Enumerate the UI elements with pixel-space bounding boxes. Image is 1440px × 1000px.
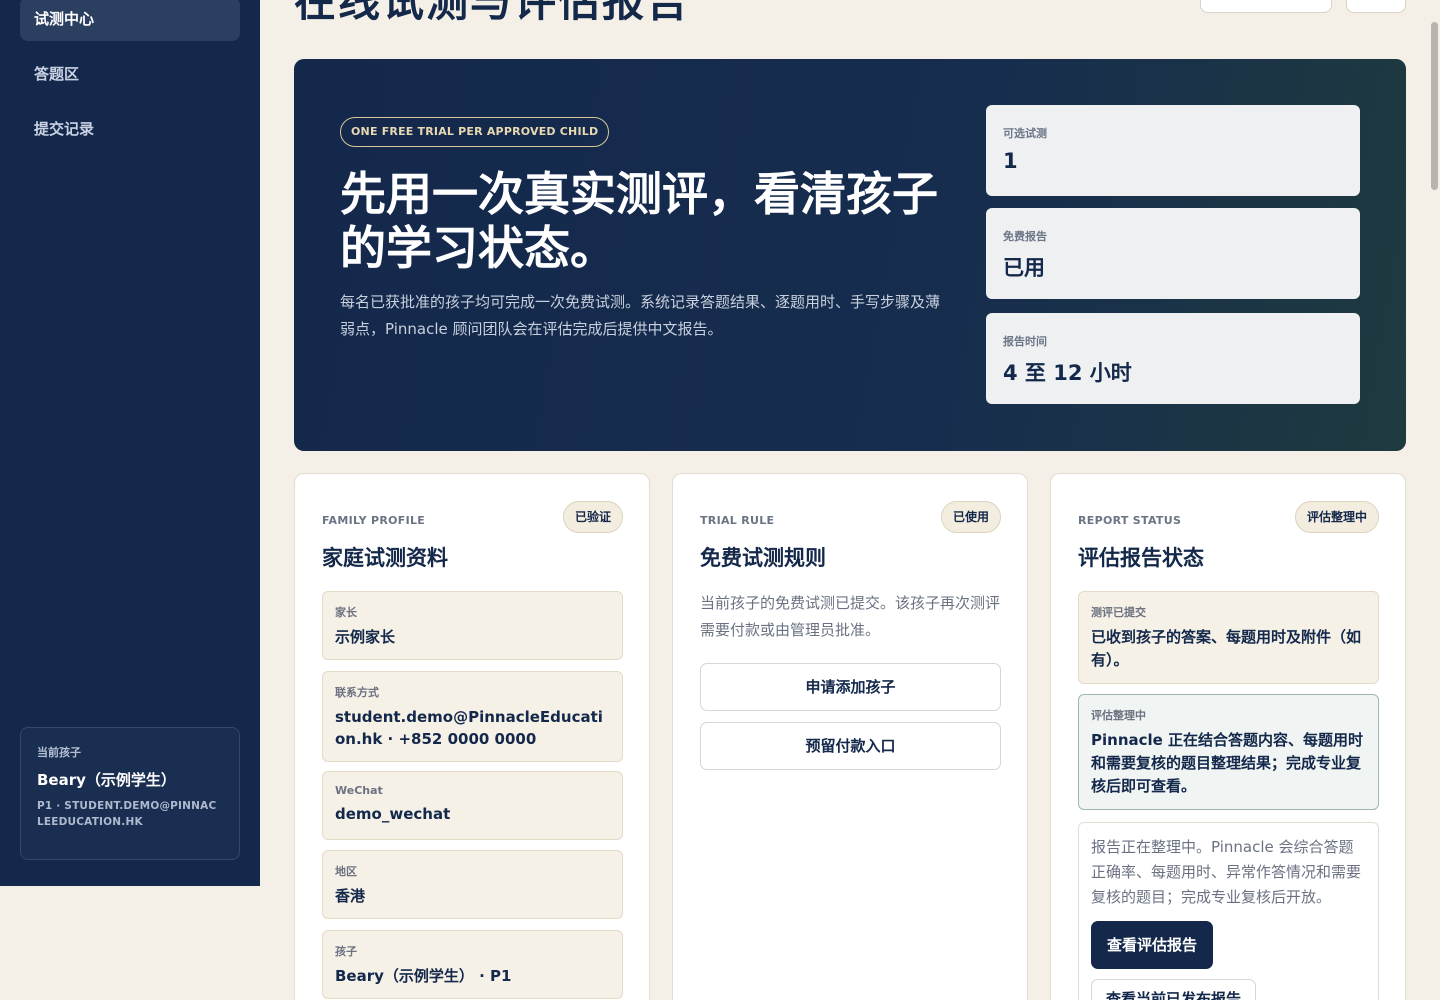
status-text: 已收到孩子的答案、每题用时及附件（如有）。 — [1091, 628, 1362, 669]
sidebar: 试测中心 答题区 提交记录 当前孩子 Beary（示例学生） P1 · STUD… — [0, 0, 260, 886]
hero-title: 先用一次真实测评，看清孩子的学习状态。 — [340, 167, 938, 275]
status-processing: 评估整理中 Pinnacle 正在结合答题内容、每题用时和需要复核的题目整理结果… — [1078, 694, 1379, 810]
field-label: 家长 — [335, 606, 357, 619]
card-eyebrow: FAMILY PROFILE — [322, 514, 426, 527]
field-label: WeChat — [335, 784, 383, 797]
current-child-meta: P1 · STUDENT.DEMO@PINNACLEEDUCATION.HK — [37, 800, 217, 828]
field-value: 香港 — [335, 887, 366, 905]
field-child: 孩子 Beary（示例学生） · P1 — [322, 930, 623, 999]
stat-value: 1 — [1003, 149, 1018, 173]
card-eyebrow: REPORT STATUS — [1078, 514, 1182, 527]
status-badge: 已使用 — [940, 501, 1001, 533]
status-label: 评估整理中 — [1091, 709, 1146, 722]
sidebar-item-submissions[interactable]: 提交记录 — [20, 107, 240, 151]
status-badge: 已验证 — [562, 501, 623, 533]
stat-report-time: 报告时间 4 至 12 小时 — [986, 313, 1360, 404]
header-button[interactable] — [1200, 0, 1332, 13]
status-badge: 评估整理中 — [1294, 501, 1379, 533]
field-label: 联系方式 — [335, 686, 379, 699]
status-text: Pinnacle 正在结合答题内容、每题用时和需要复核的题目整理结果；完成专业复… — [1091, 731, 1364, 795]
field-value: student.demo@PinnacleEducation.hk · +852… — [335, 708, 603, 748]
add-child-button[interactable]: 申请添加孩子 — [700, 663, 1001, 711]
hero-badge: ONE FREE TRIAL PER APPROVED CHILD — [340, 117, 610, 147]
sidebar-item-answer-area[interactable]: 答题区 — [20, 52, 240, 96]
view-published-report-button[interactable]: 查看当前已发布报告 — [1091, 979, 1257, 1000]
field-label: 地区 — [335, 865, 357, 878]
current-child-card[interactable]: 当前孩子 Beary（示例学生） P1 · STUDENT.DEMO@PINNA… — [20, 727, 240, 860]
trial-rule-card: TRIAL RULE 已使用 免费试测规则 当前孩子的免费试测已提交。该孩子再次… — [672, 473, 1028, 1000]
notice-text: 报告正在整理中。Pinnacle 会综合答题正确率、每题用时、异常作答情况和需要… — [1091, 838, 1362, 906]
report-status-card: REPORT STATUS 评估整理中 评估报告状态 测评已提交 已收到孩子的答… — [1050, 473, 1406, 1000]
reserve-payment-button[interactable]: 预留付款入口 — [700, 722, 1001, 770]
status-label: 测评已提交 — [1091, 606, 1146, 619]
family-profile-card: FAMILY PROFILE 已验证 家庭试测资料 家长 示例家长 联系方式 s… — [294, 473, 650, 1000]
current-child-label: 当前孩子 — [37, 746, 81, 759]
field-wechat: WeChat demo_wechat — [322, 771, 623, 840]
stat-label: 可选试测 — [1003, 127, 1047, 140]
field-parent: 家长 示例家长 — [322, 591, 623, 660]
stat-label: 免费报告 — [1003, 230, 1047, 243]
status-submitted: 测评已提交 已收到孩子的答案、每题用时及附件（如有）。 — [1078, 591, 1379, 684]
field-region: 地区 香港 — [322, 850, 623, 919]
field-contact: 联系方式 student.demo@PinnacleEducation.hk ·… — [322, 671, 623, 762]
card-eyebrow: TRIAL RULE — [700, 514, 775, 527]
hero-description: 每名已获批准的孩子均可完成一次免费试测。系统记录答题结果、逐题用时、手写步骤及薄… — [340, 293, 941, 338]
card-title: 评估报告状态 — [1078, 546, 1204, 570]
rule-text: 当前孩子的免费试测已提交。该孩子再次测评需要付款或由管理员批准。 — [700, 594, 1001, 639]
stat-available-trials: 可选试测 1 — [986, 105, 1360, 196]
sidebar-item-trial-center[interactable]: 试测中心 — [20, 0, 240, 41]
field-value: 示例家长 — [335, 628, 396, 646]
hero-banner: ONE FREE TRIAL PER APPROVED CHILD 先用一次真实… — [294, 59, 1406, 451]
view-report-button[interactable]: 查看评估报告 — [1091, 921, 1214, 969]
current-child-name: Beary（示例学生） — [37, 771, 176, 789]
field-label: 孩子 — [335, 945, 357, 958]
page-title: 在线试测与评估报告 — [294, 0, 691, 26]
field-value: Beary（示例学生） · P1 — [335, 967, 512, 985]
scrollbar[interactable] — [1431, 22, 1438, 190]
card-title: 免费试测规则 — [700, 546, 826, 570]
stat-value: 4 至 12 小时 — [1003, 361, 1132, 385]
stat-label: 报告时间 — [1003, 335, 1047, 348]
card-title: 家庭试测资料 — [322, 546, 448, 570]
report-notice: 报告正在整理中。Pinnacle 会综合答题正确率、每题用时、异常作答情况和需要… — [1078, 822, 1379, 1000]
field-value: demo_wechat — [335, 805, 451, 823]
stat-value: 已用 — [1003, 256, 1045, 280]
header-button-secondary[interactable] — [1346, 0, 1406, 13]
stat-free-report: 免费报告 已用 — [986, 208, 1360, 299]
